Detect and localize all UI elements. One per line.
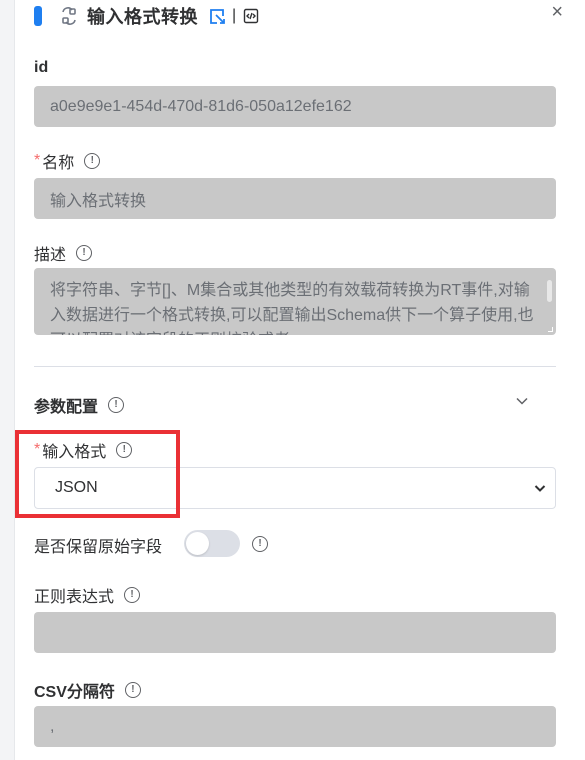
name-field[interactable]: 输入格式转换 [34,178,556,219]
description-label-text: 描述 [34,247,67,264]
params-section-title: 参数配置 ! [34,393,125,417]
id-field-value: a0e9e9e1-454d-470d-81d6-050a12efe162 [50,97,352,115]
params-section-title-text: 参数配置 [34,399,99,416]
csv-sep-label-text: CSV分隔符 [34,684,115,701]
description-value: 将字符串、字节[]、M集合或其他类型的有效载荷转换为RT事件,对输入数据进行一个… [50,282,534,335]
csv-sep-placeholder: , [50,717,55,735]
header-separator: | [232,7,237,24]
keep-raw-label-text: 是否保留原始字段 [34,539,163,556]
info-icon[interactable]: ! [108,397,125,413]
csv-sep-label: CSV分隔符 ! [34,678,141,702]
toggle-knob [186,532,209,555]
node-flow-icon [58,5,80,27]
info-icon[interactable]: ! [124,587,141,603]
description-textarea[interactable]: 将字符串、字节[]、M集合或其他类型的有效载荷转换为RT事件,对输入数据进行一个… [34,268,556,335]
chevron-down-icon[interactable] [515,394,529,408]
panel-left-edge [0,0,15,760]
info-icon[interactable]: ! [124,682,141,698]
regex-label: 正则表达式 ! [34,583,141,607]
textarea-resize-handle[interactable] [548,327,553,332]
drawer-title: 输入格式转换 [87,7,198,27]
name-field-value: 输入格式转换 [50,192,147,210]
chevron-down-icon [534,485,546,492]
regex-label-text: 正则表达式 [34,589,115,606]
section-divider [34,366,556,367]
required-mark: * [34,152,41,169]
info-icon[interactable]: ! [76,245,93,261]
drawer-header: 输入格式转换 | [34,0,585,32]
code-icon[interactable] [242,7,260,25]
title-accent-bar [34,6,42,26]
id-label-text: id [34,59,49,76]
regex-field[interactable] [34,612,556,653]
info-icon[interactable]: ! [84,153,101,169]
edit-icon[interactable] [208,7,226,25]
id-field[interactable]: a0e9e9e1-454d-470d-81d6-050a12efe162 [34,86,556,127]
name-label: * 名称 ! [34,149,101,173]
textarea-scrollbar[interactable] [547,280,552,302]
keep-raw-toggle[interactable] [184,530,240,557]
id-label: id [34,59,48,77]
info-icon[interactable]: ! [252,536,268,552]
csv-sep-field[interactable]: , [34,706,556,747]
keep-raw-label: 是否保留原始字段 [34,533,162,557]
description-label: 描述 ! [34,241,93,265]
name-label-text: 名称 [42,155,75,172]
close-icon[interactable]: × [551,2,563,22]
highlight-box [15,430,180,518]
